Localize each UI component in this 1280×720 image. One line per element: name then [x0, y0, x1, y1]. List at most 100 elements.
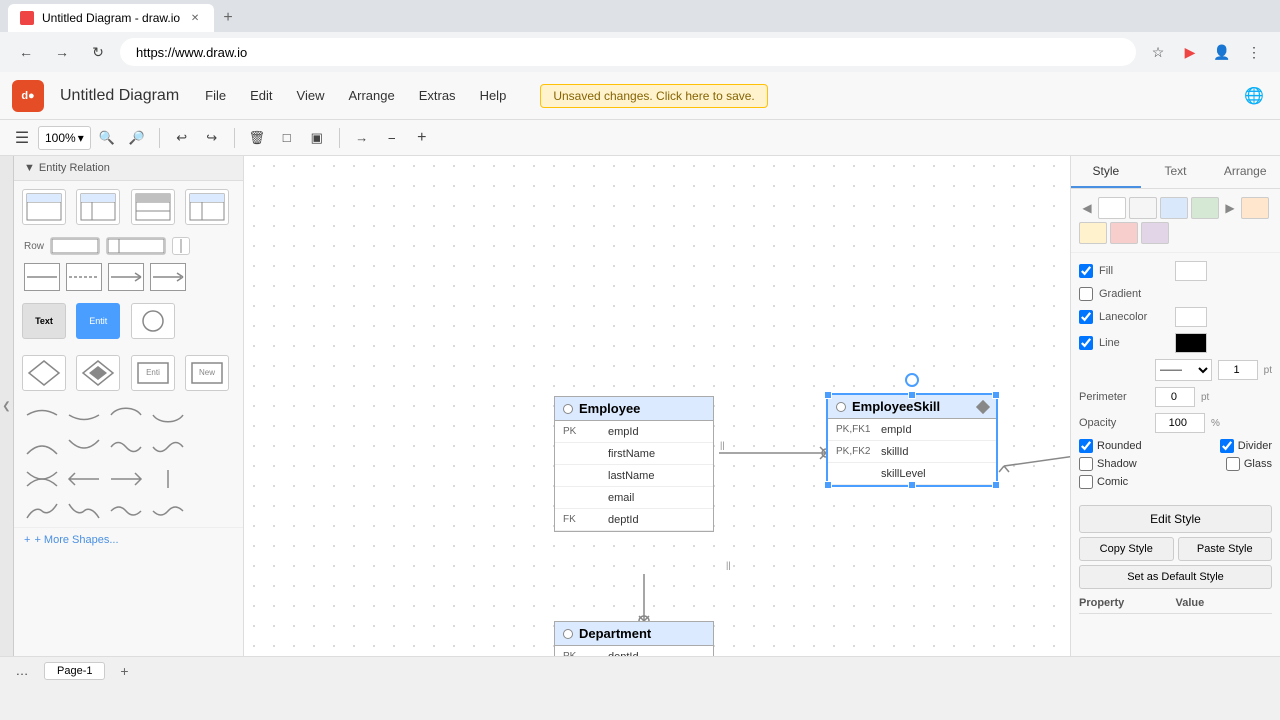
text-shape[interactable]: Text	[22, 303, 66, 339]
curve-14[interactable]	[66, 499, 102, 523]
circle-shape[interactable]	[131, 303, 175, 339]
menu-file[interactable]: File	[195, 84, 236, 107]
entity-rect-1[interactable]: Enti	[131, 355, 175, 391]
employeeskill-table[interactable]: EmployeeSkill PK,FK1 empId PK,FK2 skillI…	[827, 394, 997, 486]
color-swatch-lightblue[interactable]	[1160, 197, 1188, 219]
back-button[interactable]: ←	[12, 38, 40, 66]
color-swatch-lightorange[interactable]	[1241, 197, 1269, 219]
forward-button[interactable]: →	[48, 38, 76, 66]
save-notice[interactable]: Unsaved changes. Click here to save.	[540, 84, 767, 108]
selection-handle-bc[interactable]	[908, 481, 916, 489]
url-input[interactable]	[120, 38, 1136, 66]
bookmark-icon[interactable]: ☆	[1144, 38, 1172, 66]
divider-checkbox[interactable]	[1220, 439, 1234, 453]
curve-3[interactable]	[108, 403, 144, 427]
shape-table4[interactable]	[185, 189, 229, 225]
department-table[interactable]: Department PK deptId name phone	[554, 621, 714, 656]
connector-4[interactable]	[150, 263, 186, 291]
fill-color-swatch[interactable]	[1175, 261, 1207, 281]
curve-12[interactable]	[150, 467, 186, 491]
tab-arrange[interactable]: Arrange	[1210, 156, 1280, 188]
curve-15[interactable]	[108, 499, 144, 523]
tab-text[interactable]: Text	[1141, 156, 1211, 188]
entity-rect-2[interactable]: New	[185, 355, 229, 391]
line-style-select[interactable]: —— - - - · · ·	[1155, 359, 1212, 381]
connector-3[interactable]	[108, 263, 144, 291]
zoom-control[interactable]: 100% ▾	[38, 126, 91, 150]
comic-checkbox[interactable]	[1079, 475, 1093, 489]
copy-style-button[interactable]: Copy Style	[1079, 537, 1174, 561]
browser-tab[interactable]: Untitled Diagram - draw.io ✕	[8, 4, 214, 32]
menu-icon[interactable]: ⋮	[1240, 38, 1268, 66]
rounded-checkbox[interactable]	[1079, 439, 1093, 453]
panel-collapse-button[interactable]: ❮	[0, 156, 14, 656]
color-swatch-white[interactable]	[1098, 197, 1126, 219]
canvas[interactable]: || || Employee	[244, 156, 1070, 656]
fill-checkbox[interactable]	[1079, 264, 1093, 278]
page-tab[interactable]: Page-1	[44, 662, 105, 680]
curve-9[interactable]	[24, 467, 60, 491]
copy-style-button[interactable]: □	[273, 124, 301, 152]
curve-13[interactable]	[24, 499, 60, 523]
waypoint-button[interactable]: ⎯	[378, 124, 406, 152]
youtube-icon[interactable]: ▶	[1176, 38, 1204, 66]
connector-2[interactable]	[66, 263, 102, 291]
more-shapes-button[interactable]: + + More Shapes...	[14, 527, 243, 552]
tab-style[interactable]: Style	[1071, 156, 1141, 188]
color-swatch-lightgray[interactable]	[1129, 197, 1157, 219]
new-tab-button[interactable]: +	[214, 4, 242, 32]
color-swatch-lightyellow[interactable]	[1079, 222, 1107, 244]
rotate-handle[interactable]	[905, 373, 919, 387]
palette-prev-arrow[interactable]: ◀	[1079, 200, 1095, 216]
redo-button[interactable]: ↪	[198, 124, 226, 152]
curve-2[interactable]	[66, 403, 102, 427]
menu-extras[interactable]: Extras	[409, 84, 466, 107]
selection-handle-bl[interactable]	[824, 481, 832, 489]
curve-4[interactable]	[150, 403, 186, 427]
shape-table2[interactable]	[76, 189, 120, 225]
row-shape-3[interactable]	[172, 237, 190, 255]
zoom-in-button[interactable]: 🔍	[93, 124, 121, 152]
paste-style-button[interactable]: Paste Style	[1178, 537, 1273, 561]
palette-next-arrow[interactable]: ▶	[1222, 200, 1238, 216]
line-checkbox[interactable]	[1079, 336, 1093, 350]
curve-10[interactable]	[66, 467, 102, 491]
menu-edit[interactable]: Edit	[240, 84, 282, 107]
add-page-button[interactable]: +	[113, 660, 135, 682]
curve-6[interactable]	[66, 435, 102, 459]
color-swatch-lightgreen[interactable]	[1191, 197, 1219, 219]
opacity-input[interactable]	[1155, 413, 1205, 433]
entity-shape[interactable]: Entit	[76, 303, 120, 339]
glass-checkbox[interactable]	[1226, 457, 1240, 471]
lanecolor-checkbox[interactable]	[1079, 310, 1093, 324]
color-swatch-lightred[interactable]	[1110, 222, 1138, 244]
line-color-swatch[interactable]	[1175, 333, 1207, 353]
shape-table3[interactable]	[131, 189, 175, 225]
profile-icon[interactable]: 👤	[1208, 38, 1236, 66]
paste-style-button[interactable]: ▣	[303, 124, 331, 152]
menu-view[interactable]: View	[287, 84, 335, 107]
connector-1[interactable]	[24, 263, 60, 291]
curve-1[interactable]	[24, 403, 60, 427]
shape-table1[interactable]	[22, 189, 66, 225]
curve-16[interactable]	[150, 499, 186, 523]
menu-arrange[interactable]: Arrange	[338, 84, 404, 107]
line-width-input[interactable]	[1218, 360, 1258, 380]
globe-icon[interactable]: 🌐	[1240, 82, 1268, 110]
selection-handle-br[interactable]	[992, 481, 1000, 489]
set-default-button[interactable]: Set as Default Style	[1079, 565, 1272, 589]
curve-7[interactable]	[108, 435, 144, 459]
curve-5[interactable]	[24, 435, 60, 459]
delete-button[interactable]: 🗑	[243, 124, 271, 152]
arrow-button[interactable]: →	[348, 124, 376, 152]
bottom-more-button[interactable]: …	[8, 657, 36, 685]
employee-table[interactable]: Employee PK empId firstName lastName ema…	[554, 396, 714, 532]
zoom-out-button[interactable]: 🔎	[123, 124, 151, 152]
lanecolor-swatch[interactable]	[1175, 307, 1207, 327]
row-shape-1[interactable]	[50, 237, 100, 255]
diamond-1[interactable]	[22, 355, 66, 391]
color-swatch-lightpurple[interactable]	[1141, 222, 1169, 244]
row-shape-2[interactable]	[106, 237, 166, 255]
menu-help[interactable]: Help	[470, 84, 517, 107]
curve-11[interactable]	[108, 467, 144, 491]
